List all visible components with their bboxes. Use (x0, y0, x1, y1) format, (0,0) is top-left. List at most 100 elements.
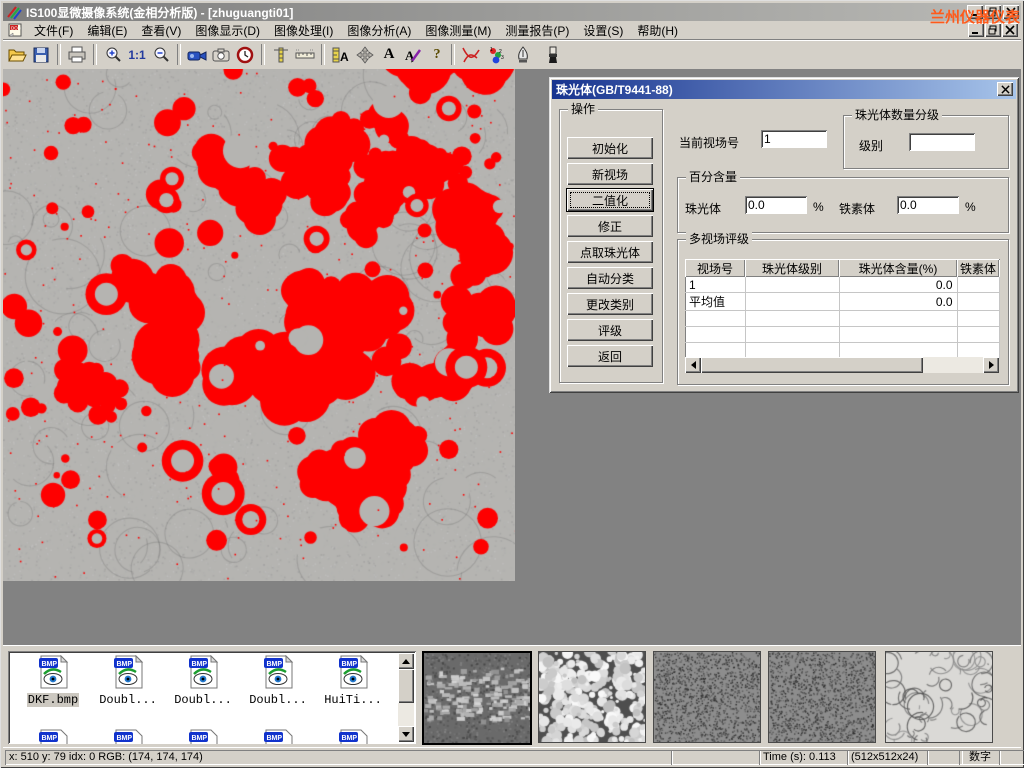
thumbnail-3[interactable] (653, 651, 761, 743)
mdi-minimize-button[interactable] (968, 23, 984, 37)
rate-button[interactable]: 评级 (567, 319, 653, 341)
thumbnail-2[interactable] (538, 651, 646, 743)
pick-pearlite-button[interactable]: 点取珠光体 (567, 241, 653, 263)
file-name: Doubl... (173, 693, 233, 707)
menu-image-analysis[interactable]: 图像分析(A) (340, 20, 418, 41)
menu-measure-report[interactable]: 测量报告(P) (498, 20, 576, 41)
menu-settings[interactable]: 设置(S) (576, 20, 630, 41)
file-item-partial[interactable]: BMP (16, 729, 90, 744)
close-button[interactable] (1003, 5, 1019, 19)
move-cross-icon (356, 46, 374, 64)
file-item-partial[interactable]: BMP (316, 729, 390, 744)
mdi-restore-button[interactable] (985, 23, 1001, 37)
scroll-right-button[interactable] (983, 357, 999, 373)
micrograph-image[interactable] (3, 69, 515, 581)
svg-text:BMP: BMP (117, 735, 133, 742)
file-item[interactable]: BMP Doubl... (91, 655, 165, 707)
file-item-partial[interactable]: BMP (91, 729, 165, 744)
open-button[interactable] (5, 42, 29, 67)
file-vscrollbar[interactable] (398, 653, 414, 742)
text-edit-icon: A (403, 46, 423, 64)
file-name: HuiTi... (323, 693, 383, 707)
scroll-thumb[interactable] (701, 357, 923, 373)
move-button[interactable] (353, 42, 377, 67)
zoom-out-button[interactable] (149, 42, 173, 67)
menu-view[interactable]: 查看(V) (134, 20, 188, 41)
actual-size-button[interactable]: 1:1 (125, 42, 149, 67)
text-edit-button[interactable]: A (401, 42, 425, 67)
zoom-in-button[interactable] (101, 42, 125, 67)
clock-icon (236, 46, 254, 64)
scroll-left-button[interactable] (685, 357, 701, 373)
change-class-button[interactable]: 更改类别 (567, 293, 653, 315)
video-capture-button[interactable] (185, 42, 209, 67)
menu-file[interactable]: 文件(F) (27, 20, 80, 41)
menu-image-measure[interactable]: 图像测量(M) (418, 20, 498, 41)
count-points-icon: 1 2 3 (487, 46, 507, 64)
minimize-icon (970, 7, 980, 17)
menu-help[interactable]: 帮助(H) (630, 20, 685, 41)
table-hscrollbar[interactable] (685, 357, 999, 373)
toolbar: 1:1 (3, 40, 1021, 70)
status-bar: x: 510 y: 79 idx: 0 RGB: (174, 174, 174)… (3, 747, 1021, 766)
thumbnail-5[interactable] (885, 651, 993, 743)
new-field-button[interactable]: 新视场 (567, 163, 653, 185)
thumbnail-1-selected[interactable] (422, 651, 532, 745)
file-item-partial[interactable]: BMP (166, 729, 240, 744)
restore-button[interactable] (985, 5, 1001, 19)
bmp-file-icon: BMP (36, 729, 70, 744)
current-field-input[interactable] (761, 130, 827, 148)
toolbar-separator (57, 44, 61, 65)
operation-group-label: 操作 (568, 102, 598, 116)
measure-label-button[interactable]: A (329, 42, 353, 67)
curve-measure-button[interactable] (459, 42, 483, 67)
caliper-icon (272, 46, 290, 64)
svg-text:BMP: BMP (42, 735, 58, 742)
binarize-button[interactable]: 二值化 (567, 189, 653, 211)
file-item[interactable]: BMP Doubl... (241, 655, 315, 707)
mdi-close-button[interactable] (1002, 23, 1018, 37)
ruler-button[interactable] (293, 42, 317, 67)
dialog-close-button[interactable] (997, 82, 1013, 96)
dialog-title-bar[interactable]: 珠光体(GB/T9441-88) (552, 80, 1016, 99)
file-item-partial[interactable]: BMP (241, 729, 315, 744)
pen-button[interactable] (511, 42, 535, 67)
pearlite-input[interactable] (745, 196, 807, 214)
file-item[interactable]: BMP HuiTi... (316, 655, 390, 707)
save-button[interactable] (29, 42, 53, 67)
multifield-group-label: 多视场评级 (686, 232, 752, 246)
file-item[interactable]: BMP DKF.bmp (16, 655, 90, 707)
initialize-button[interactable]: 初始化 (567, 137, 653, 159)
svg-text:BMP: BMP (342, 735, 358, 742)
minimize-button[interactable] (967, 5, 983, 19)
menu-edit[interactable]: 编辑(E) (80, 20, 134, 41)
timer-button[interactable] (233, 42, 257, 67)
menu-image-display[interactable]: 图像显示(D) (188, 20, 267, 41)
scroll-down-button[interactable] (398, 726, 414, 742)
toolbar-separator (93, 44, 97, 65)
return-button[interactable]: 返回 (567, 345, 653, 367)
table-row[interactable]: 1 0.0 (685, 277, 999, 293)
snapshot-button[interactable] (209, 42, 233, 67)
help-icon: ? (434, 47, 441, 63)
table-row[interactable]: 平均值 0.0 (685, 293, 999, 311)
file-item[interactable]: BMP Doubl... (166, 655, 240, 707)
ferrite-input[interactable] (897, 196, 959, 214)
brush-button[interactable] (541, 42, 565, 67)
svg-text:3: 3 (501, 55, 504, 61)
scroll-up-button[interactable] (398, 653, 414, 669)
caliper-button[interactable] (269, 42, 293, 67)
scroll-thumb[interactable] (398, 669, 414, 703)
file-name: Doubl... (98, 693, 158, 707)
auto-classify-button[interactable]: 自动分类 (567, 267, 653, 289)
rating-table[interactable]: 视场号 珠光体级别 珠光体含量(%) 铁素体 1 0.0 平均值 0.0 (685, 259, 1000, 359)
help-button[interactable]: ? (425, 42, 449, 67)
count-marks-button[interactable]: 1 2 3 (485, 42, 509, 67)
correct-button[interactable]: 修正 (567, 215, 653, 237)
grade-input[interactable] (909, 133, 975, 151)
menu-image-processing[interactable]: 图像处理(I) (267, 20, 340, 41)
print-button[interactable] (65, 42, 89, 67)
col-pearlite: 珠光体含量(%) (839, 259, 957, 277)
text-button[interactable]: A (377, 42, 401, 67)
thumbnail-4[interactable] (768, 651, 876, 743)
